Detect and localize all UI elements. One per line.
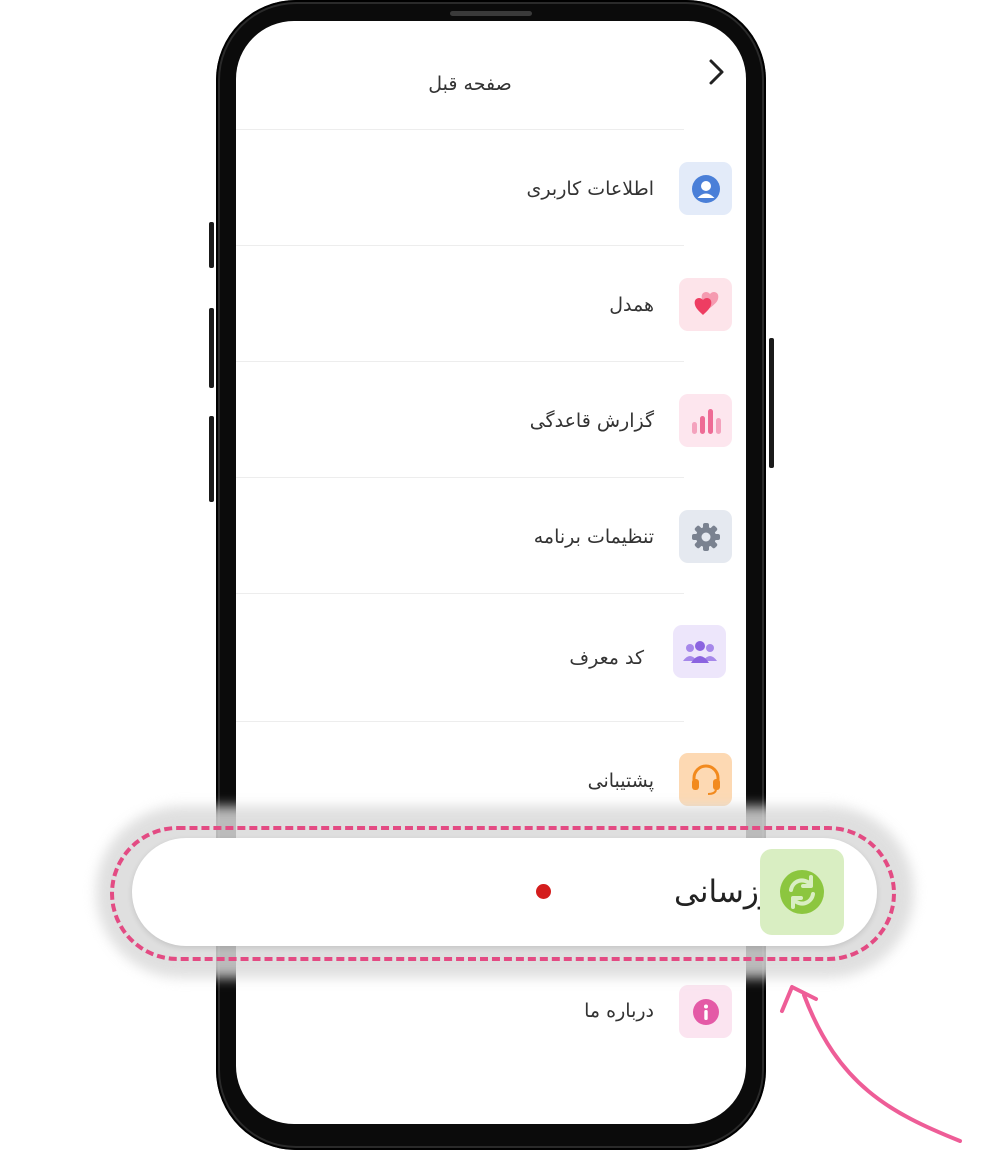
menu-item-user-info[interactable]: اطلاعات کاربری [236,134,746,244]
group-icon [673,625,726,678]
annotation-arrow [780,985,962,1143]
divider [236,721,684,722]
menu-item-label: کد معرف [569,647,644,669]
divider [236,361,684,362]
gear-icon [679,510,732,563]
divider [236,593,684,594]
menu-item-label: تنظیمات برنامه [533,526,654,548]
info-icon [679,985,732,1038]
menu-item-period-report[interactable]: گزارش قاعدگی [236,366,746,476]
divider [236,477,684,478]
menu-item-label: اطلاعات کاربری [526,178,654,200]
menu-item-label: گزارش قاعدگی [529,410,654,432]
menu-item-hamdel[interactable]: همدل [236,250,746,360]
menu-item-label: همدل [609,294,654,316]
refresh-icon [760,849,844,935]
side-button [209,416,214,502]
page-title: صفحه قبل [428,73,512,95]
new-badge-dot [536,884,551,899]
menu-item-app-settings[interactable]: تنظیمات برنامه [236,482,746,592]
user-icon [679,162,732,215]
speaker-notch [450,11,532,16]
headset-icon [679,753,732,806]
back-button[interactable] [702,57,732,87]
bar-chart-icon [679,394,732,447]
menu-item-referral-code[interactable]: کد معرف [236,598,746,718]
divider [236,129,684,130]
side-button [769,338,774,468]
side-button [209,308,214,388]
hearts-icon [679,278,732,331]
divider [236,245,684,246]
chevron-right-icon [709,59,724,85]
side-button [209,222,214,268]
